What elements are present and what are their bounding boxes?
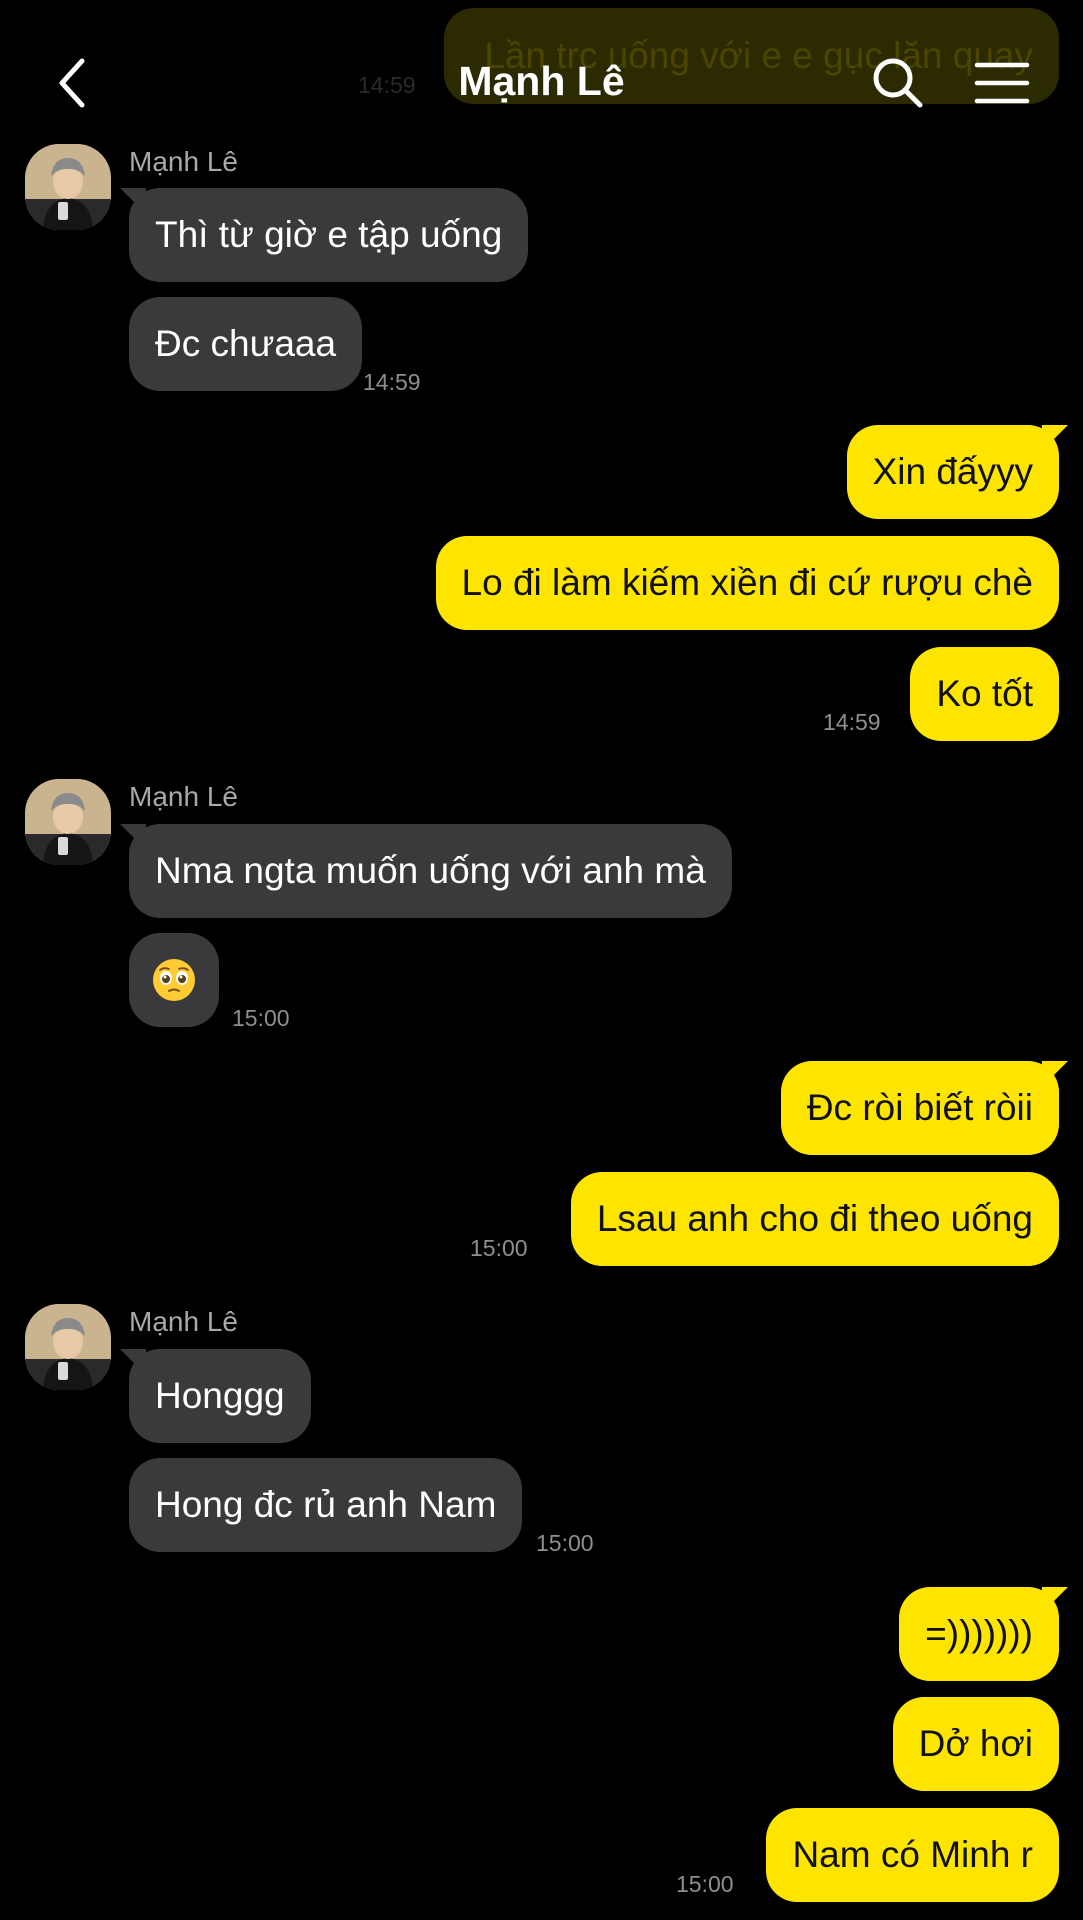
incoming-emoji-message[interactable] [129, 933, 219, 1027]
message-time: 14:59 [823, 709, 881, 735]
chat-scroll-area[interactable]: Lần trc uống với e e gục lăn quay 14:59 … [0, 0, 1083, 1920]
profile-photo-icon [25, 144, 111, 230]
menu-button[interactable] [962, 40, 1042, 126]
message-text: Đc chưaaa [155, 323, 337, 364]
search-button[interactable] [858, 40, 938, 126]
incoming-message[interactable]: Đc chưaaa [129, 297, 363, 391]
message-text: Xin đấyyy [872, 451, 1033, 492]
message-text: Đc ròi biết ròii [806, 1087, 1033, 1128]
hamburger-menu-icon [974, 62, 1030, 104]
outgoing-message[interactable]: Lo đi làm kiếm xiền đi cứ rượu chè [435, 536, 1059, 630]
avatar[interactable] [25, 144, 111, 230]
sender-name: Mạnh Lê [129, 781, 238, 812]
message-text: Thì từ giờ e tập uống [155, 214, 503, 255]
message-text: Dở hơi [918, 1723, 1033, 1764]
profile-photo-icon [25, 1304, 111, 1390]
profile-photo-icon [25, 779, 111, 865]
message-time: 14:59 [363, 369, 421, 395]
incoming-message[interactable]: Nma ngta muốn uống với anh mà [129, 824, 732, 918]
message-text: Honggg [155, 1375, 285, 1416]
avatar[interactable] [25, 1304, 111, 1390]
search-icon [873, 58, 923, 108]
sender-name: Mạnh Lê [129, 1306, 238, 1337]
incoming-message[interactable]: Honggg [129, 1349, 311, 1443]
message-text: =))))))) [925, 1613, 1033, 1654]
message-time: 15:00 [470, 1235, 528, 1261]
sender-name: Mạnh Lê [129, 146, 238, 177]
outgoing-message[interactable]: Lsau anh cho đi theo uống [570, 1172, 1059, 1266]
message-text: Ko tốt [936, 673, 1033, 714]
outgoing-message[interactable]: Xin đấyyy [846, 425, 1059, 519]
incoming-message[interactable]: Thì từ giờ e tập uống [129, 188, 529, 282]
message-time: 15:00 [536, 1530, 594, 1556]
pleading-face-emoji-icon [153, 959, 195, 1001]
message-text: Lsau anh cho đi theo uống [596, 1198, 1033, 1239]
outgoing-message[interactable]: Đc ròi biết ròii [780, 1061, 1059, 1155]
message-text: Lo đi làm kiếm xiền đi cứ rượu chè [461, 562, 1033, 603]
message-text: Nma ngta muốn uống với anh mà [155, 850, 706, 891]
message-time: 15:00 [676, 1871, 734, 1897]
message-text: Hong đc rủ anh Nam [155, 1484, 497, 1525]
chat-header: Mạnh Lê [0, 40, 1083, 126]
outgoing-message[interactable]: Ko tốt [910, 647, 1059, 741]
message-text: Nam có Minh r [792, 1834, 1033, 1875]
outgoing-message[interactable]: =))))))) [899, 1587, 1059, 1681]
outgoing-message[interactable]: Dở hơi [892, 1697, 1059, 1791]
avatar[interactable] [25, 779, 111, 865]
incoming-message[interactable]: Hong đc rủ anh Nam [129, 1458, 523, 1552]
message-time: 15:00 [232, 1005, 290, 1031]
outgoing-message[interactable]: Nam có Minh r [766, 1808, 1059, 1902]
